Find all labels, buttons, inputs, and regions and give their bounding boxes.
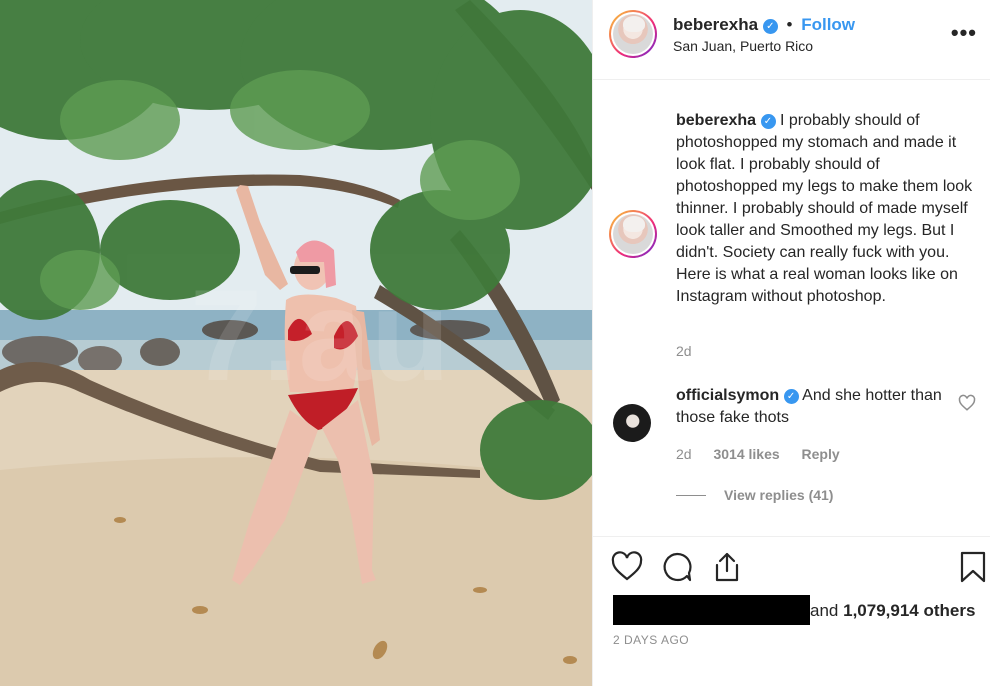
- comment-author-username[interactable]: officialsymon: [676, 387, 779, 404]
- svg-text:7.au: 7.au: [190, 262, 450, 408]
- caption-author-username[interactable]: beberexha: [676, 112, 756, 129]
- comment-verified-badge-icon: ✓: [783, 389, 799, 404]
- comment-age[interactable]: 2d: [676, 446, 692, 462]
- author-avatar-image: [613, 14, 653, 54]
- more-options-icon[interactable]: •••: [951, 20, 977, 46]
- author-line: beberexha ✓ • Follow: [673, 15, 855, 35]
- caption-age[interactable]: 2d: [676, 343, 692, 359]
- beach-photo-illustration: 7.au: [0, 0, 592, 686]
- comment-like-heart-icon[interactable]: [958, 394, 976, 412]
- separator-dot: •: [786, 15, 793, 34]
- bookmark-icon[interactable]: [959, 551, 987, 583]
- post-timestamp[interactable]: 2 DAYS AGO: [613, 633, 689, 647]
- likes-count[interactable]: 1,079,914 others: [843, 601, 975, 620]
- author-username[interactable]: beberexha: [673, 15, 758, 34]
- follow-button[interactable]: Follow: [801, 15, 855, 34]
- comment-likes[interactable]: 3014 likes: [713, 446, 779, 462]
- likes-and: and: [810, 601, 839, 620]
- comment-meta: 2d 3014 likes Reply: [676, 446, 858, 462]
- view-replies-label: View replies (41): [724, 487, 834, 503]
- comment-bubble-icon[interactable]: [661, 551, 693, 583]
- caption-text: beberexha ✓ I probably should of photosh…: [676, 110, 976, 308]
- post-header: beberexha ✓ • Follow San Juan, Puerto Ri…: [593, 0, 990, 80]
- post-sidebar: beberexha ✓ • Follow San Juan, Puerto Ri…: [592, 0, 990, 686]
- commenter-avatar[interactable]: [613, 404, 651, 442]
- caption-author-avatar-image: [613, 214, 653, 254]
- author-avatar[interactable]: [609, 10, 657, 58]
- comment-reply-button[interactable]: Reply: [802, 446, 840, 462]
- post-location[interactable]: San Juan, Puerto Rico: [673, 38, 813, 54]
- view-replies-button[interactable]: View replies (41): [676, 487, 833, 503]
- caption-author-avatar[interactable]: [609, 210, 657, 258]
- share-icon[interactable]: [711, 551, 743, 583]
- post-photo[interactable]: 7.au: [0, 0, 592, 686]
- caption-verified-badge-icon: ✓: [760, 114, 776, 129]
- verified-badge-icon: ✓: [762, 19, 778, 34]
- replies-divider-line: [676, 495, 706, 496]
- post-actions: and 1,079,914 others 2 DAYS AGO: [593, 536, 990, 686]
- likes-summary: and 1,079,914 others: [613, 595, 975, 625]
- caption-body: I probably should of photoshopped my sto…: [676, 112, 973, 305]
- redacted-liker-names: [613, 595, 810, 625]
- heart-icon[interactable]: [611, 551, 643, 583]
- comment: officialsymon ✓ And she hotter than thos…: [676, 385, 946, 429]
